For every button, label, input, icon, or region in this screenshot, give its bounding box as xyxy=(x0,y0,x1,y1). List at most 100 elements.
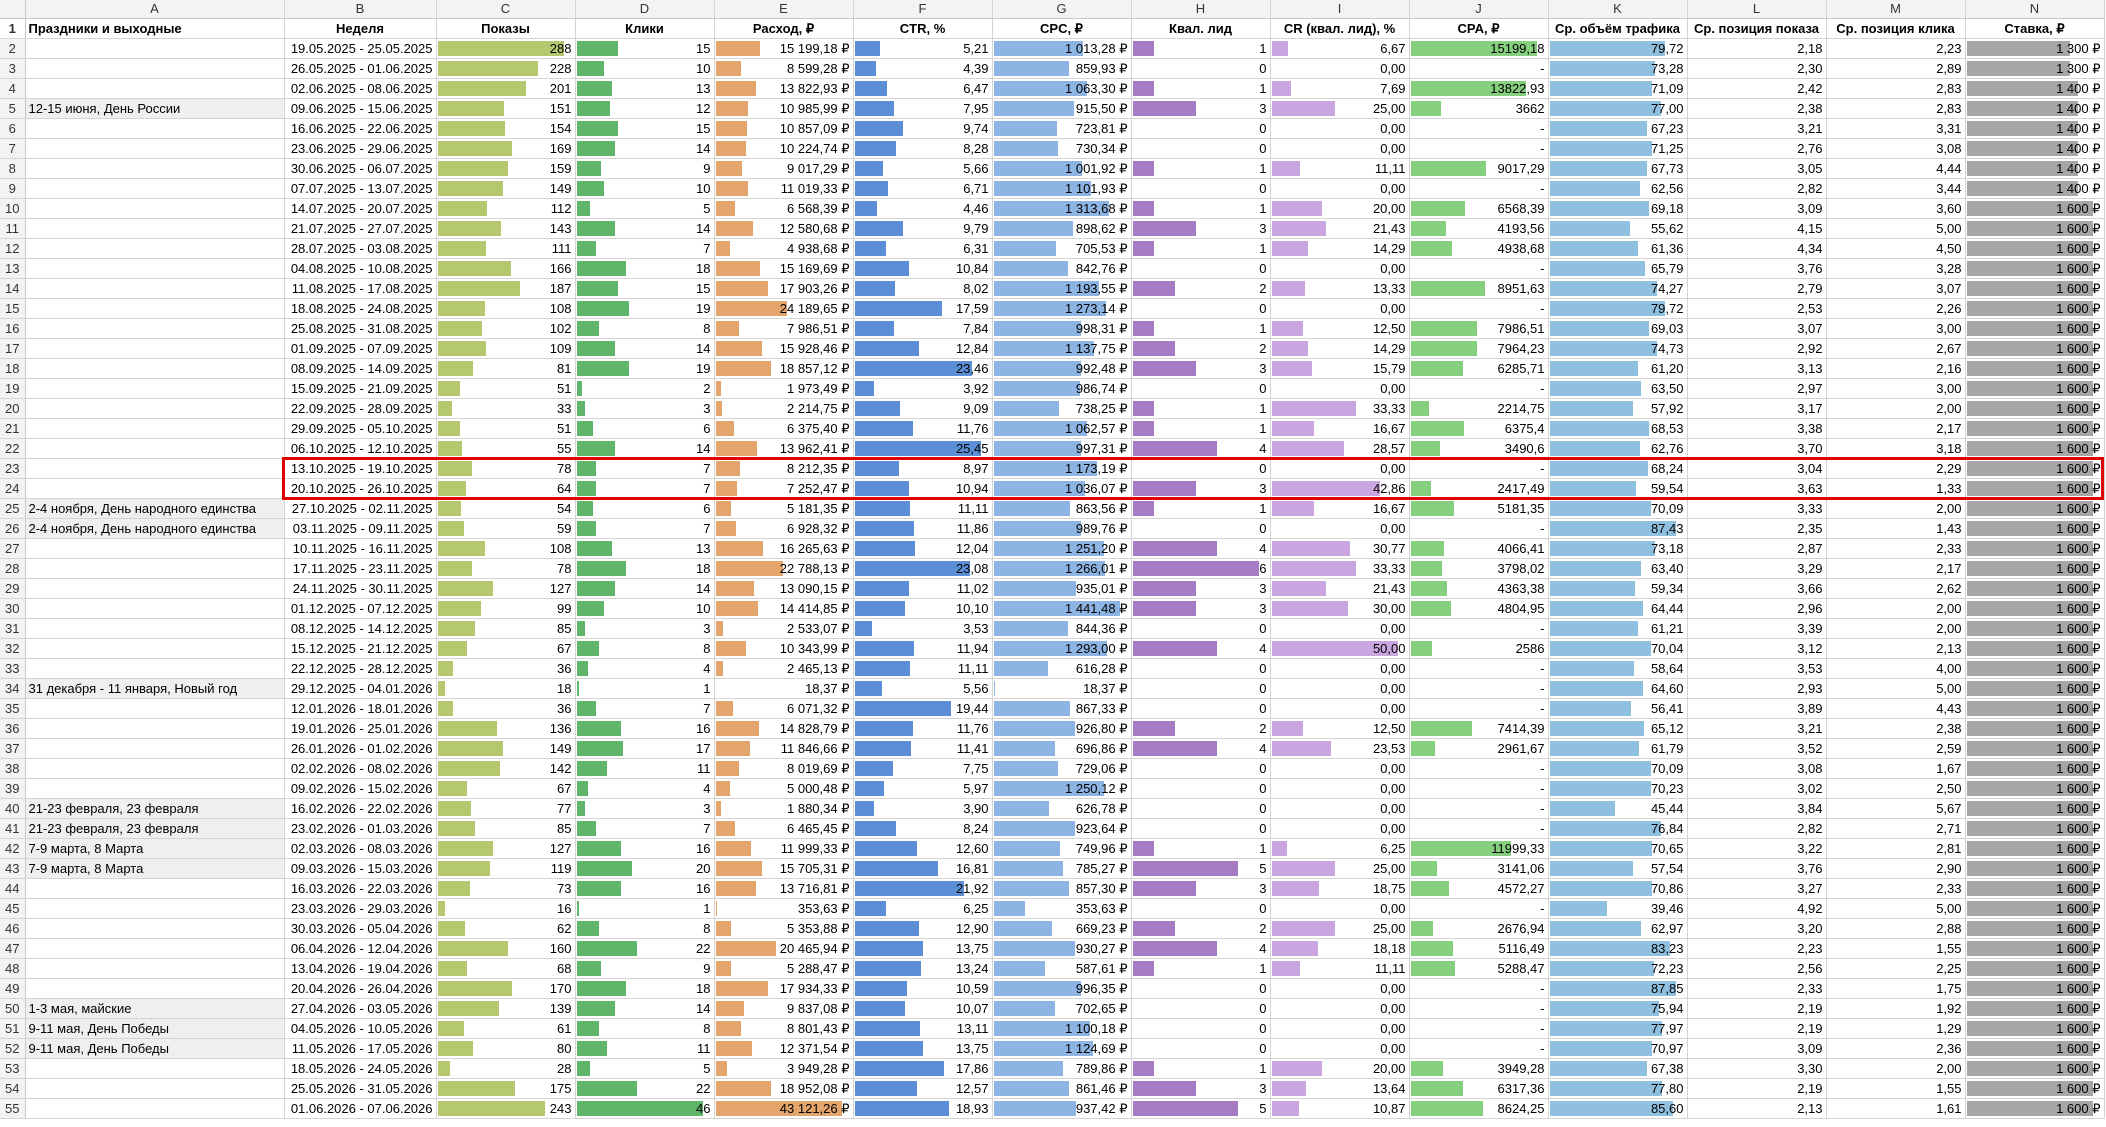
cell-cr[interactable]: 0,00 xyxy=(1270,378,1410,399)
cell-holiday[interactable] xyxy=(25,778,285,799)
cell-shows[interactable]: 151 xyxy=(436,98,576,119)
row-header[interactable]: 10 xyxy=(0,198,26,219)
cell-week[interactable]: 11.05.2026 - 17.05.2026 xyxy=(284,1038,437,1059)
cell-leads[interactable]: 1 xyxy=(1131,958,1271,979)
cell-clicks[interactable]: 14 xyxy=(575,218,715,239)
cell-avg-show-position[interactable]: 3,66 xyxy=(1687,578,1827,599)
cell-spend[interactable]: 5 000,48 ₽ xyxy=(714,778,854,799)
cell-bid[interactable]: 1 600 ₽ xyxy=(1965,438,2105,459)
cell-leads[interactable]: 0 xyxy=(1131,58,1271,79)
cell-shows[interactable]: 108 xyxy=(436,538,576,559)
cell-avg-show-position[interactable]: 2,13 xyxy=(1687,1098,1827,1119)
row-header[interactable]: 5 xyxy=(0,98,26,119)
cell-traffic[interactable]: 64,60 xyxy=(1548,678,1688,699)
cell-week[interactable]: 26.05.2025 - 01.06.2025 xyxy=(284,58,437,79)
cell-clicks[interactable]: 7 xyxy=(575,238,715,259)
cell-bid[interactable]: 1 600 ₽ xyxy=(1965,218,2105,239)
cell-avg-click-position[interactable]: 2,89 xyxy=(1826,58,1966,79)
cell-leads[interactable]: 0 xyxy=(1131,898,1271,919)
cell-cpa[interactable]: 5116,49 xyxy=(1409,938,1549,959)
cell-avg-click-position[interactable]: 4,00 xyxy=(1826,658,1966,679)
cell-bid[interactable]: 1 600 ₽ xyxy=(1965,958,2105,979)
cell-avg-show-position[interactable]: 3,30 xyxy=(1687,1058,1827,1079)
cell-holiday[interactable] xyxy=(25,1098,285,1119)
cell-cr[interactable]: 0,00 xyxy=(1270,178,1410,199)
cell-clicks[interactable]: 15 xyxy=(575,118,715,139)
cell-shows[interactable]: 78 xyxy=(436,558,576,579)
cell-shows[interactable]: 143 xyxy=(436,218,576,239)
cell-avg-show-position[interactable]: 3,70 xyxy=(1687,438,1827,459)
cell-avg-click-position[interactable]: 2,13 xyxy=(1826,638,1966,659)
cell-week[interactable]: 02.06.2025 - 08.06.2025 xyxy=(284,78,437,99)
cell-avg-click-position[interactable]: 2,38 xyxy=(1826,718,1966,739)
cell-cr[interactable]: 30,77 xyxy=(1270,538,1410,559)
cell-bid[interactable]: 1 600 ₽ xyxy=(1965,558,2105,579)
cell-shows[interactable]: 127 xyxy=(436,578,576,599)
column-header-g[interactable]: G xyxy=(992,0,1132,19)
cell-cpa[interactable]: 15199,18 xyxy=(1409,38,1549,59)
cell-leads[interactable]: 5 xyxy=(1131,858,1271,879)
cell-traffic[interactable]: 55,62 xyxy=(1548,218,1688,239)
cell-shows[interactable]: 85 xyxy=(436,618,576,639)
cell-cpa[interactable]: - xyxy=(1409,58,1549,79)
cell-week[interactable]: 22.09.2025 - 28.09.2025 xyxy=(284,398,437,419)
cell-avg-show-position[interactable]: 3,38 xyxy=(1687,418,1827,439)
cell-spend[interactable]: 15 928,46 ₽ xyxy=(714,338,854,359)
cell-bid[interactable]: 1 600 ₽ xyxy=(1965,658,2105,679)
cell-traffic[interactable]: 56,41 xyxy=(1548,698,1688,719)
cell-spend[interactable]: 15 705,31 ₽ xyxy=(714,858,854,879)
cell-week[interactable]: 20.10.2025 - 26.10.2025 xyxy=(284,478,437,499)
cell-bid[interactable]: 1 600 ₽ xyxy=(1965,938,2105,959)
row-header[interactable]: 50 xyxy=(0,998,26,1019)
cell-ctr[interactable]: 3,92 xyxy=(853,378,993,399)
cell-spend[interactable]: 16 265,63 ₽ xyxy=(714,538,854,559)
cell-clicks[interactable]: 14 xyxy=(575,578,715,599)
column-header-i[interactable]: I xyxy=(1270,0,1410,19)
cell-clicks[interactable]: 19 xyxy=(575,298,715,319)
cell-holiday[interactable] xyxy=(25,638,285,659)
cell-cpc[interactable]: 1 273,14 ₽ xyxy=(992,298,1132,319)
cell-cr[interactable]: 33,33 xyxy=(1270,558,1410,579)
cell-avg-click-position[interactable]: 2,83 xyxy=(1826,78,1966,99)
cell-holiday[interactable]: 2-4 ноября, День народного единства xyxy=(25,498,285,519)
cell-cr[interactable]: 30,00 xyxy=(1270,598,1410,619)
cell-cpa[interactable]: 13822,93 xyxy=(1409,78,1549,99)
cell-ctr[interactable]: 4,39 xyxy=(853,58,993,79)
cell-cpa[interactable]: - xyxy=(1409,798,1549,819)
cell-leads[interactable]: 0 xyxy=(1131,458,1271,479)
cell-cpc[interactable]: 997,31 ₽ xyxy=(992,438,1132,459)
cell-cpa[interactable]: 6285,71 xyxy=(1409,358,1549,379)
cell-leads[interactable]: 3 xyxy=(1131,578,1271,599)
header-cpc[interactable]: CPC, ₽ xyxy=(992,18,1132,39)
cell-avg-click-position[interactable]: 2,25 xyxy=(1826,958,1966,979)
cell-ctr[interactable]: 9,79 xyxy=(853,218,993,239)
cell-bid[interactable]: 1 400 ₽ xyxy=(1965,98,2105,119)
cell-week[interactable]: 27.04.2026 - 03.05.2026 xyxy=(284,998,437,1019)
header-avg-show-position[interactable]: Ср. позиция показа xyxy=(1687,18,1827,39)
cell-shows[interactable]: 169 xyxy=(436,138,576,159)
cell-bid[interactable]: 1 600 ₽ xyxy=(1965,778,2105,799)
cell-holiday[interactable] xyxy=(25,1058,285,1079)
row-header[interactable]: 4 xyxy=(0,78,26,99)
cell-cr[interactable]: 25,00 xyxy=(1270,98,1410,119)
cell-cpc[interactable]: 861,46 ₽ xyxy=(992,1078,1132,1099)
cell-week[interactable]: 18.05.2026 - 24.05.2026 xyxy=(284,1058,437,1079)
cell-cpa[interactable]: - xyxy=(1409,258,1549,279)
cell-cpa[interactable]: - xyxy=(1409,138,1549,159)
cell-traffic[interactable]: 45,44 xyxy=(1548,798,1688,819)
cell-ctr[interactable]: 11,11 xyxy=(853,658,993,679)
cell-avg-show-position[interactable]: 3,33 xyxy=(1687,498,1827,519)
cell-traffic[interactable]: 73,18 xyxy=(1548,538,1688,559)
cell-week[interactable]: 01.09.2025 - 07.09.2025 xyxy=(284,338,437,359)
cell-cpc[interactable]: 867,33 ₽ xyxy=(992,698,1132,719)
cell-traffic[interactable]: 77,97 xyxy=(1548,1018,1688,1039)
cell-bid[interactable]: 1 600 ₽ xyxy=(1965,378,2105,399)
cell-cpa[interactable]: 4066,41 xyxy=(1409,538,1549,559)
cell-avg-click-position[interactable]: 2,88 xyxy=(1826,918,1966,939)
cell-shows[interactable]: 243 xyxy=(436,1098,576,1119)
cell-ctr[interactable]: 7,75 xyxy=(853,758,993,779)
cell-cpc[interactable]: 705,53 ₽ xyxy=(992,238,1132,259)
cell-week[interactable]: 19.05.2025 - 25.05.2025 xyxy=(284,38,437,59)
cell-avg-show-position[interactable]: 2,56 xyxy=(1687,958,1827,979)
cell-avg-click-position[interactable]: 3,31 xyxy=(1826,118,1966,139)
